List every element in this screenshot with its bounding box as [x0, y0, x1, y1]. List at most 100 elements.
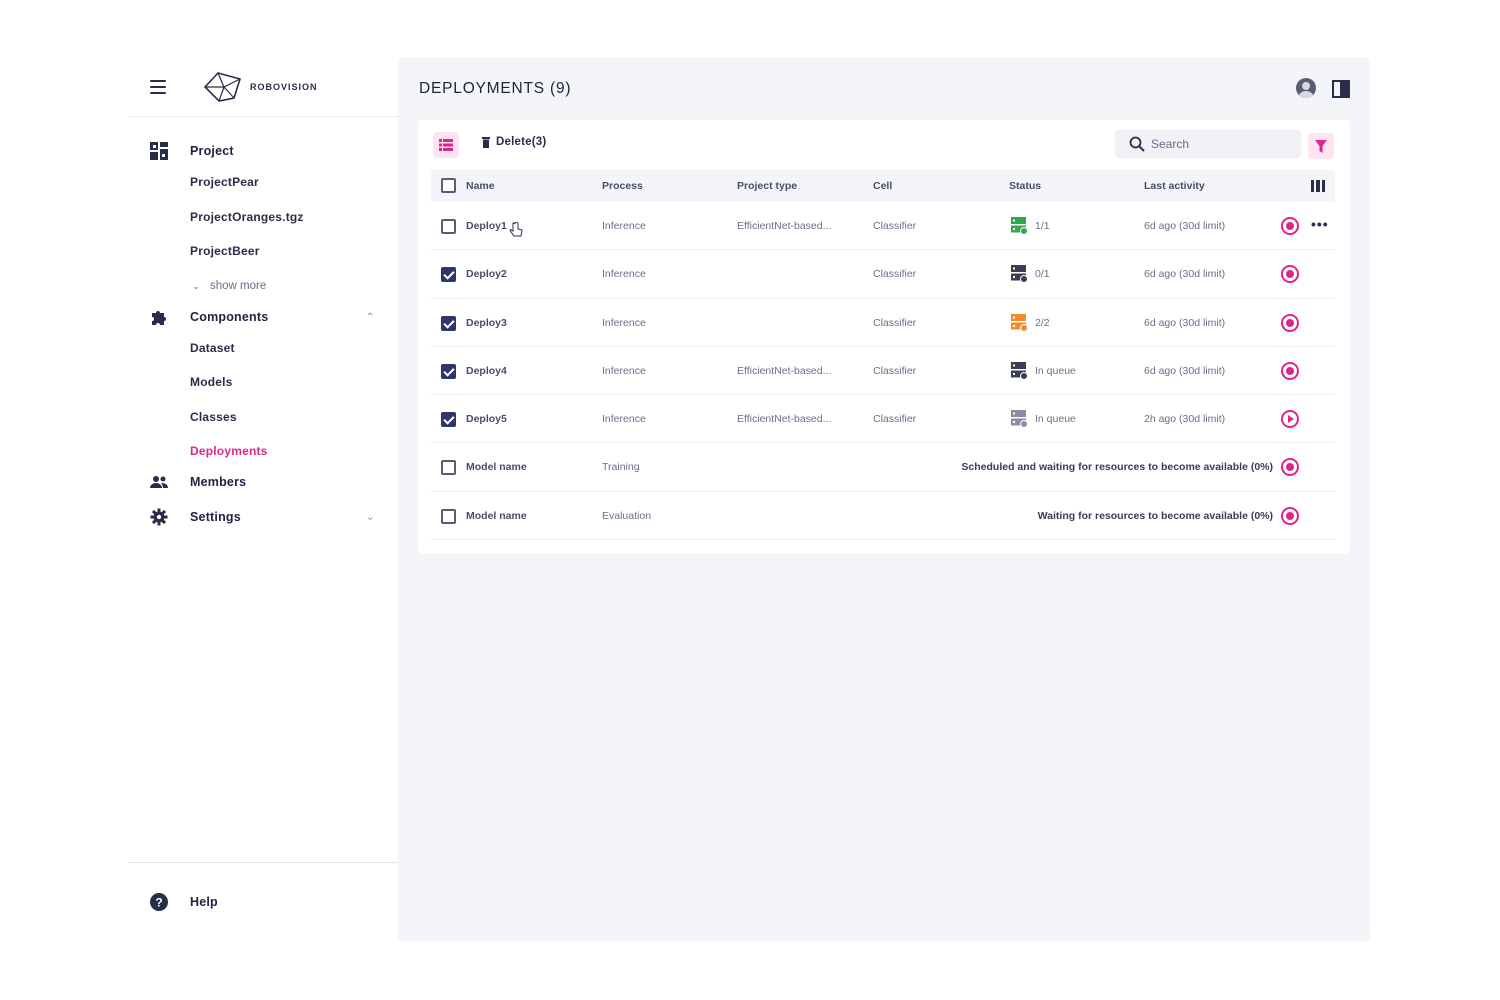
sidebar-item-label: Members	[190, 475, 247, 489]
column-header-status[interactable]: Status	[1009, 180, 1041, 192]
start-button[interactable]	[1281, 410, 1299, 429]
sidebar-item-label: ProjectPear	[190, 175, 259, 189]
chevron-down-icon: ⌄	[192, 280, 200, 291]
dashboard-icon	[149, 141, 169, 161]
row-checkbox[interactable]	[441, 219, 456, 234]
stop-icon	[1286, 366, 1294, 375]
table-row[interactable]: Model name Evaluation Waiting for resource…	[431, 492, 1335, 541]
deployment-name[interactable]: Deploy4	[466, 365, 507, 377]
sidebar-item-project[interactable]: Project	[128, 137, 398, 165]
server-status-icon[interactable]	[1011, 361, 1028, 380]
show-more-link[interactable]: ⌄ show more	[128, 272, 398, 300]
server-status-icon[interactable]	[1011, 217, 1028, 235]
chevron-down-icon: ⌄	[366, 511, 375, 523]
play-icon	[1288, 415, 1294, 424]
deployment-status: In queue	[1035, 364, 1076, 377]
logo-text: ROBOVISION	[250, 82, 318, 92]
hamburger-menu-icon[interactable]	[150, 80, 166, 94]
deployment-long-status: Waiting for resources to become availabl…	[1037, 509, 1273, 522]
column-header-last-activity[interactable]: Last activity	[1144, 180, 1205, 192]
row-checkbox[interactable]	[441, 460, 456, 476]
sidebar-item-label: ProjectBeer	[190, 244, 260, 258]
column-header-project-type[interactable]: Project type	[737, 180, 797, 192]
sidebar-item-components[interactable]: Components ⌃	[128, 303, 398, 331]
column-header-process[interactable]: Process	[602, 180, 643, 192]
sidebar-item-label: Models	[190, 375, 233, 389]
deployment-name[interactable]: Deploy1	[466, 220, 507, 232]
delete-button[interactable]: Delete(3)	[482, 136, 546, 148]
table-header: Name Process Project type Cell Status La…	[431, 170, 1335, 202]
deployment-name[interactable]: Deploy2	[466, 268, 507, 280]
chevron-up-icon: ⌃	[366, 311, 375, 323]
deployment-project-type: EfficientNet-based...	[737, 413, 832, 426]
sidebar-item-projectpear[interactable]: ProjectPear	[128, 168, 398, 196]
trash-icon	[482, 136, 490, 148]
stop-button[interactable]	[1281, 265, 1299, 284]
table-row[interactable]: Model name Training Scheduled and waiting …	[431, 443, 1335, 492]
stop-button[interactable]	[1281, 458, 1299, 477]
sidebar-item-projectoranges[interactable]: ProjectOranges.tgz	[128, 203, 398, 231]
sidebar-item-label: Settings	[190, 510, 241, 524]
row-checkbox[interactable]	[441, 412, 456, 428]
sidebar-item-classes[interactable]: Classes	[128, 403, 398, 431]
stop-button[interactable]	[1281, 506, 1299, 525]
svg-text:?: ?	[155, 896, 162, 910]
table-row[interactable]: Deploy3 Inference Classifier 2/2 6d ago (30…	[431, 299, 1335, 347]
search-box[interactable]	[1115, 130, 1301, 158]
stop-icon	[1286, 463, 1294, 472]
logo: ROBOVISION	[202, 70, 318, 104]
deployment-cell: Classifier	[873, 413, 917, 426]
table-row[interactable]: Deploy1 Inference EfficientNet-based... Cla…	[431, 202, 1335, 251]
stop-button[interactable]	[1281, 217, 1299, 235]
sidebar-item-models[interactable]: Models	[128, 368, 398, 396]
row-checkbox[interactable]	[441, 508, 456, 524]
table-row[interactable]: Deploy5 Inference EfficientNet-based... Cla…	[431, 395, 1335, 444]
deployment-status: 1/1	[1035, 220, 1050, 232]
hand-cursor-icon	[509, 222, 523, 237]
server-status-icon[interactable]	[1011, 410, 1028, 429]
deployment-project-type: EfficientNet-based...	[737, 220, 832, 232]
stop-button[interactable]	[1281, 361, 1299, 380]
deployments-table: Name Process Project type Cell Status La…	[431, 170, 1335, 541]
columns-icon[interactable]	[1311, 180, 1325, 192]
select-all-checkbox[interactable]	[441, 178, 456, 193]
column-header-cell[interactable]: Cell	[873, 180, 892, 192]
row-checkbox[interactable]	[441, 363, 456, 379]
sidebar-item-settings[interactable]: Settings ⌄	[128, 503, 398, 531]
table-row[interactable]: Deploy4 Inference EfficientNet-based... Cla…	[431, 347, 1335, 396]
main-content: DEPLOYMENTS (9) Delete(3) Name Process P…	[398, 58, 1370, 941]
deployment-name[interactable]: Model name	[466, 510, 527, 522]
table-row[interactable]: Deploy2 Inference Classifier 0/1 6d ago (30…	[431, 250, 1335, 299]
server-status-icon[interactable]	[1011, 313, 1028, 332]
sidebar-item-dataset[interactable]: Dataset	[128, 334, 398, 362]
row-checkbox[interactable]	[441, 267, 456, 283]
avatar[interactable]	[1296, 78, 1316, 98]
row-checkbox[interactable]	[441, 315, 456, 331]
stop-icon	[1286, 222, 1294, 230]
deployment-name[interactable]: Deploy5	[466, 413, 507, 425]
sidebar-item-members[interactable]: Members	[128, 468, 398, 496]
deployment-project-type: EfficientNet-based...	[737, 364, 832, 377]
puzzle-icon	[149, 307, 169, 327]
deployment-name[interactable]: Model name	[466, 461, 527, 473]
sidebar-item-help[interactable]: ? Help	[128, 888, 398, 916]
search-input[interactable]	[1151, 137, 1291, 151]
deployment-process: Training	[602, 461, 640, 474]
deployment-long-status: Scheduled and waiting for resources to b…	[961, 461, 1273, 474]
more-options-icon[interactable]: •••	[1311, 216, 1329, 232]
column-header-name[interactable]: Name	[466, 180, 495, 192]
deployment-status: 0/1	[1035, 268, 1050, 281]
table-body: Deploy1 Inference EfficientNet-based... Cla…	[431, 202, 1335, 541]
filter-button[interactable]	[1308, 133, 1334, 159]
sidebar-item-label: Project	[190, 144, 234, 158]
sidebar-item-deployments[interactable]: Deployments	[128, 437, 398, 465]
sidebar-item-projectbeer[interactable]: ProjectBeer	[128, 237, 398, 265]
server-status-icon[interactable]	[1011, 265, 1028, 284]
deployment-status: 2/2	[1035, 316, 1050, 329]
panel-toggle-icon[interactable]	[1332, 80, 1350, 98]
list-view-button[interactable]	[433, 132, 459, 158]
deployment-name[interactable]: Deploy3	[466, 317, 507, 329]
sidebar-item-label: Dataset	[190, 341, 235, 355]
help-icon: ?	[149, 892, 169, 912]
stop-button[interactable]	[1281, 313, 1299, 332]
